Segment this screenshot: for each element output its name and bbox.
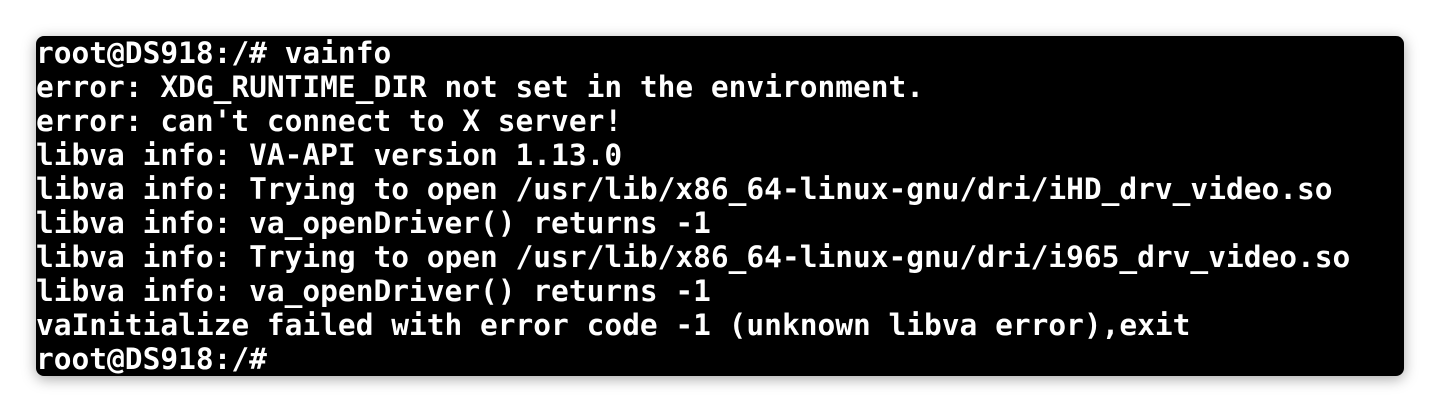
terminal-line-error-xserver: error: can't connect to X server! (36, 104, 623, 138)
terminal-window[interactable]: root@DS918:/# vainfo error: XDG_RUNTIME_… (36, 36, 1404, 376)
terminal-line-command: root@DS918:/# vainfo (36, 36, 392, 70)
terminal-prompt-line[interactable]: root@DS918:/# (36, 342, 1404, 376)
terminal-line-opendriver-2: libva info: va_openDriver() returns -1 (36, 274, 711, 308)
terminal-line-open-ihd: libva info: Trying to open /usr/lib/x86_… (36, 172, 1333, 206)
terminal-line-open-i965: libva info: Trying to open /usr/lib/x86_… (36, 240, 1351, 274)
terminal-line-error-xdg: error: XDG_RUNTIME_DIR not set in the en… (36, 70, 925, 104)
screenshot-page: root@DS918:/# vainfo error: XDG_RUNTIME_… (0, 0, 1440, 412)
terminal-prompt: root@DS918:/# (36, 342, 267, 376)
terminal-line-vainitialize-failed: vaInitialize failed with error code -1 (… (36, 308, 1191, 342)
terminal-line-libva-version: libva info: VA-API version 1.13.0 (36, 138, 623, 172)
terminal-line-opendriver-1: libva info: va_openDriver() returns -1 (36, 206, 711, 240)
